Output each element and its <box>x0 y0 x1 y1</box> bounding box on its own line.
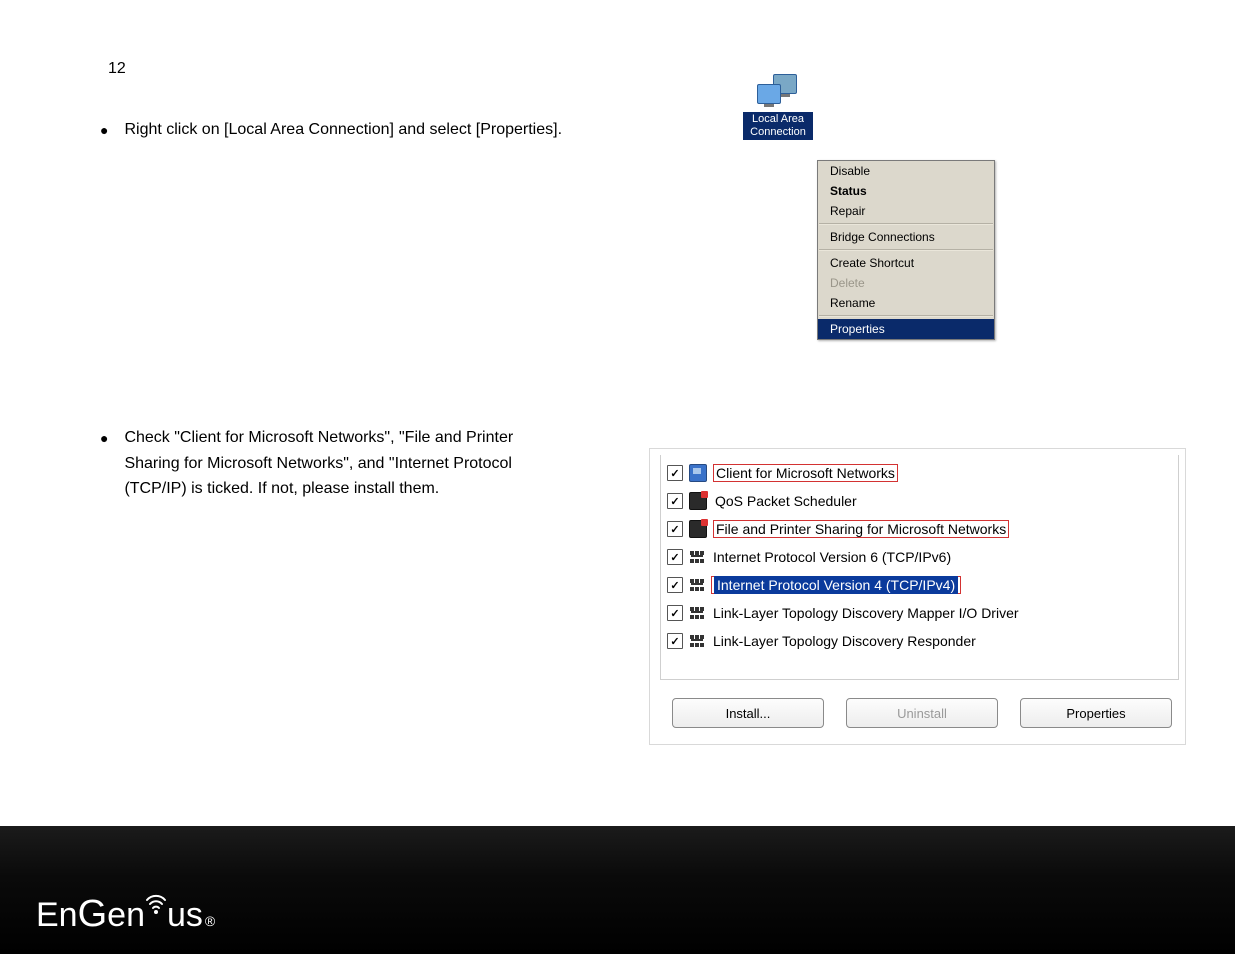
list-label-ipv4-highlighted: Internet Protocol Version 4 (TCP/IPv4) <box>711 576 961 594</box>
engenius-logo: EnGenus® <box>36 893 215 936</box>
document-page: 12 ● Right click on [Local Area Connecti… <box>0 0 1235 954</box>
menu-repair[interactable]: Repair <box>818 201 994 221</box>
protocol-icon <box>689 549 705 565</box>
network-components-list[interactable]: ✓ Client for Microsoft Networks ✓ QoS Pa… <box>660 455 1179 680</box>
list-item-qos[interactable]: ✓ QoS Packet Scheduler <box>667 487 1172 515</box>
bullet-2: ● Check "Client for Microsoft Networks",… <box>100 425 640 502</box>
checkbox-checked-icon[interactable]: ✓ <box>667 549 683 565</box>
menu-delete: Delete <box>818 273 994 293</box>
local-area-connection-icon[interactable]: Local AreaConnection <box>743 72 813 140</box>
list-item-client-ms[interactable]: ✓ Client for Microsoft Networks <box>667 459 1172 487</box>
menu-properties[interactable]: Properties <box>818 319 994 339</box>
properties-button[interactable]: Properties <box>1020 698 1172 728</box>
list-label: QoS Packet Scheduler <box>713 493 859 509</box>
list-label: Internet Protocol Version 6 (TCP/IPv6) <box>711 549 953 565</box>
brand-text: en <box>107 896 145 935</box>
list-item-lltd-mapper[interactable]: ✓ Link-Layer Topology Discovery Mapper I… <box>667 599 1172 627</box>
brand-text: En <box>36 896 78 935</box>
local-area-connection-label: Local AreaConnection <box>743 112 813 140</box>
wifi-icon <box>146 902 166 926</box>
bullet-dot-icon: ● <box>100 120 120 141</box>
bullet-1: ● Right click on [Local Area Connection]… <box>100 118 562 142</box>
bullet-2-line1: Check "Client for Microsoft Networks", "… <box>124 429 513 446</box>
network-components-panel: ✓ Client for Microsoft Networks ✓ QoS Pa… <box>649 448 1186 745</box>
client-service-icon <box>689 464 707 482</box>
menu-bridge-connections[interactable]: Bridge Connections <box>818 227 994 247</box>
registered-mark: ® <box>205 913 215 929</box>
page-number: 12 <box>108 60 126 78</box>
menu-create-shortcut[interactable]: Create Shortcut <box>818 253 994 273</box>
brand-text: G <box>78 893 108 936</box>
network-monitors-icon <box>755 72 801 110</box>
protocol-icon <box>689 605 705 621</box>
bullet-2-line2: Sharing for Microsoft Networks", and "In… <box>124 455 512 472</box>
qos-icon <box>689 492 707 510</box>
page-footer: EnGenus® <box>0 826 1235 954</box>
list-label: Client for Microsoft Networks <box>713 464 898 482</box>
menu-rename[interactable]: Rename <box>818 293 994 313</box>
button-row: Install... Uninstall Properties <box>660 698 1179 728</box>
menu-separator <box>819 223 993 225</box>
list-label: Link-Layer Topology Discovery Responder <box>711 633 978 649</box>
list-item-ipv4[interactable]: ✓ Internet Protocol Version 4 (TCP/IPv4) <box>667 571 1172 599</box>
brand-text: us <box>167 896 203 935</box>
bullet-1-text: Right click on [Local Area Connection] a… <box>124 118 562 142</box>
protocol-icon <box>689 633 705 649</box>
protocol-icon <box>689 577 705 593</box>
checkbox-checked-icon[interactable]: ✓ <box>667 633 683 649</box>
menu-separator <box>819 315 993 317</box>
list-item-file-printer[interactable]: ✓ File and Printer Sharing for Microsoft… <box>667 515 1172 543</box>
menu-disable[interactable]: Disable <box>818 161 994 181</box>
list-item-lltd-responder[interactable]: ✓ Link-Layer Topology Discovery Responde… <box>667 627 1172 655</box>
checkbox-checked-icon[interactable]: ✓ <box>667 577 683 593</box>
file-printer-icon <box>689 520 707 538</box>
menu-status[interactable]: Status <box>818 181 994 201</box>
bullet-2-text: Check "Client for Microsoft Networks", "… <box>124 425 513 502</box>
list-label: Link-Layer Topology Discovery Mapper I/O… <box>711 605 1021 621</box>
checkbox-checked-icon[interactable]: ✓ <box>667 605 683 621</box>
checkbox-checked-icon[interactable]: ✓ <box>667 521 683 537</box>
menu-separator <box>819 249 993 251</box>
list-item-ipv6[interactable]: ✓ Internet Protocol Version 6 (TCP/IPv6) <box>667 543 1172 571</box>
context-menu: Disable Status Repair Bridge Connections… <box>817 160 995 340</box>
checkbox-checked-icon[interactable]: ✓ <box>667 493 683 509</box>
checkbox-checked-icon[interactable]: ✓ <box>667 465 683 481</box>
list-label: File and Printer Sharing for Microsoft N… <box>713 520 1009 538</box>
bullet-dot-icon: ● <box>100 427 120 449</box>
bullet-2-line3: (TCP/IP) is ticked. If not, please insta… <box>124 480 439 497</box>
uninstall-button: Uninstall <box>846 698 998 728</box>
install-button[interactable]: Install... <box>672 698 824 728</box>
